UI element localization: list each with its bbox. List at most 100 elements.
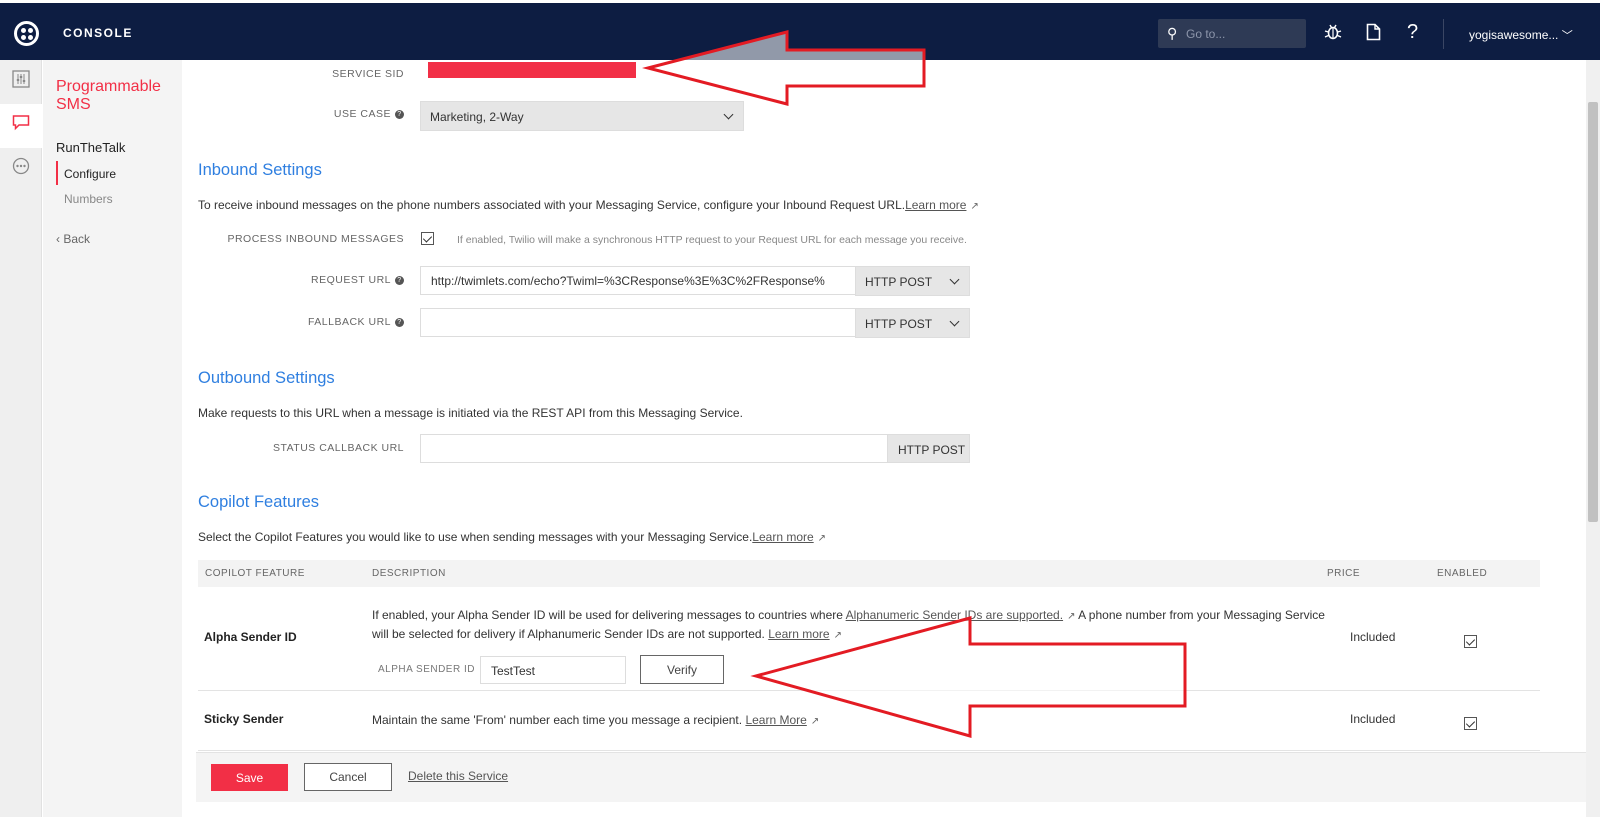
request-url-input[interactable]: http://twimlets.com/echo?Twiml=%3CRespon… — [420, 266, 856, 295]
sticky-sender-price: Included — [1350, 712, 1396, 726]
scrollbar[interactable] — [1586, 60, 1600, 817]
alphanumeric-supported-link[interactable]: Alphanumeric Sender IDs are supported. — [846, 608, 1063, 622]
inbound-description: To receive inbound messages on the phone… — [198, 198, 979, 212]
process-inbound-label: PROCESS INBOUND MESSAGES — [227, 233, 404, 245]
process-inbound-checkbox[interactable] — [421, 232, 434, 245]
scrollbar-thumb[interactable] — [1588, 102, 1598, 522]
user-menu[interactable]: yogisawesome... ﹀ — [1469, 27, 1573, 43]
copilot-description-text: Select the Copilot Features you would li… — [198, 530, 753, 544]
inbound-description-text: To receive inbound messages on the phone… — [198, 198, 906, 212]
sticky-sender-name: Sticky Sender — [204, 712, 284, 726]
sticky-desc-text: Maintain the same 'From' number each tim… — [372, 713, 743, 727]
outbound-description: Make requests to this URL when a message… — [198, 406, 743, 420]
alpha-sender-desc-line2: will be selected for delivery if Alphanu… — [372, 627, 842, 641]
action-footer: Save Cancel Delete this Service — [196, 752, 1590, 802]
chevron-down-icon — [723, 109, 734, 120]
col-description: DESCRIPTION — [372, 568, 446, 579]
delete-service-link[interactable]: Delete this Service — [408, 769, 508, 783]
chevron-down-icon — [949, 316, 960, 327]
fallback-url-label: FALLBACK URL? — [242, 316, 404, 328]
row-divider — [198, 690, 1540, 691]
col-copilot-feature: COPILOT FEATURE — [205, 568, 305, 579]
save-button[interactable]: Save — [211, 764, 288, 791]
user-name: yogisawesome... — [1469, 28, 1559, 42]
search-icon: ⚲ — [1167, 25, 1178, 41]
alpha-sender-id-label: ALPHA SENDER ID — [378, 664, 475, 675]
copilot-description: Select the Copilot Features you would li… — [198, 530, 826, 544]
search-box[interactable]: ⚲ — [1158, 19, 1306, 48]
status-callback-label: STATUS CALLBACK URL — [272, 442, 404, 454]
external-link-icon: ↗ — [970, 201, 979, 212]
status-callback-input[interactable] — [420, 434, 888, 463]
request-method-value: HTTP POST — [865, 275, 933, 289]
product-title[interactable]: Programmable SMS — [56, 78, 176, 114]
external-link-icon: ↗ — [817, 533, 827, 544]
verify-button[interactable]: Verify — [640, 655, 724, 684]
copilot-table-header: COPILOT FEATURE DESCRIPTION PRICE ENABLE… — [198, 560, 1540, 587]
request-url-label-text: REQUEST URL — [311, 274, 391, 286]
alpha-sender-enabled-checkbox[interactable] — [1464, 635, 1477, 648]
help-icon[interactable]: ? — [395, 318, 404, 327]
search-input[interactable] — [1186, 23, 1298, 44]
request-url-label: REQUEST URL? — [242, 274, 404, 286]
chevron-down-icon — [949, 274, 960, 285]
help-icon[interactable]: ? — [395, 276, 404, 285]
col-enabled: ENABLED — [1437, 568, 1488, 579]
col-price: PRICE — [1327, 568, 1361, 579]
fallback-url-input[interactable] — [420, 308, 856, 337]
inbound-settings-heading: Inbound Settings — [198, 161, 322, 179]
use-case-select[interactable]: Marketing, 2-Way — [420, 101, 744, 131]
row-divider — [198, 750, 1540, 751]
redacted-service-sid — [428, 62, 636, 78]
top-bar: CONSOLE ⚲ ? yogisawesome... ﹀ — [0, 0, 1600, 60]
copilot-features-heading: Copilot Features — [198, 493, 320, 511]
inbound-learn-more-link[interactable]: Learn more — [905, 198, 966, 212]
copilot-learn-more-link[interactable]: Learn more — [752, 530, 813, 544]
alpha-learn-more-link[interactable]: Learn more — [768, 627, 829, 641]
fallback-method-value: HTTP POST — [865, 317, 933, 331]
use-case-label: USE CASE? — [282, 108, 404, 120]
sticky-learn-more-link[interactable]: Learn More — [745, 713, 806, 727]
request-method-select[interactable]: HTTP POST — [855, 266, 970, 296]
service-sid-label: SERVICE SID — [332, 68, 404, 80]
external-link-icon: ↗ — [810, 716, 820, 727]
console-title[interactable]: CONSOLE — [63, 26, 133, 40]
chevron-down-icon: ﹀ — [1561, 30, 1573, 42]
document-icon[interactable] — [1366, 23, 1381, 46]
sticky-sender-enabled-checkbox[interactable] — [1464, 717, 1477, 730]
bug-icon[interactable] — [1324, 23, 1342, 46]
use-case-value: Marketing, 2-Way — [430, 110, 524, 124]
alpha-desc-part2: A phone number from your Messaging Servi… — [1078, 608, 1325, 622]
external-link-icon: ↗ — [1067, 611, 1076, 622]
twilio-logo-icon[interactable] — [14, 21, 39, 46]
sidebar-item-numbers[interactable]: Numbers — [64, 192, 113, 206]
divider — [1443, 19, 1444, 49]
status-method-label: HTTP POST — [887, 434, 970, 463]
process-inbound-hint: If enabled, Twilio will make a synchrono… — [457, 234, 967, 246]
alpha-sender-name: Alpha Sender ID — [204, 630, 297, 644]
alpha-desc-part1: If enabled, your Alpha Sender ID will be… — [372, 608, 843, 622]
more-icon[interactable] — [11, 157, 31, 177]
sidebar-item-configure[interactable]: Configure — [64, 167, 116, 181]
external-link-icon: ↗ — [833, 630, 842, 641]
back-link[interactable]: ‹ Back — [56, 232, 90, 246]
sidebar: Programmable SMS RunTheTalk Configure Nu… — [43, 60, 182, 817]
sms-icon[interactable] — [11, 113, 31, 133]
help-icon[interactable]: ? — [395, 110, 404, 119]
fallback-method-select[interactable]: HTTP POST — [855, 308, 970, 338]
main-content: SERVICE SID USE CASE? Marketing, 2-Way I… — [182, 60, 1586, 817]
sticky-sender-desc: Maintain the same 'From' number each tim… — [372, 713, 819, 727]
alpha-desc-line2: will be selected for delivery if Alphanu… — [372, 627, 765, 641]
service-name[interactable]: RunTheTalk — [56, 140, 125, 155]
alpha-sender-price: Included — [1350, 630, 1396, 644]
use-case-label-text: USE CASE — [333, 108, 391, 120]
alpha-sender-desc-line1: If enabled, your Alpha Sender ID will be… — [372, 608, 1325, 622]
help-question-icon[interactable]: ? — [1407, 21, 1418, 44]
outbound-settings-heading: Outbound Settings — [198, 369, 335, 387]
active-indicator — [56, 161, 58, 185]
cancel-button[interactable]: Cancel — [304, 763, 392, 791]
dashboard-icon[interactable] — [11, 70, 31, 90]
product-rail — [0, 60, 42, 817]
fallback-url-label-text: FALLBACK URL — [307, 316, 391, 328]
alpha-sender-id-input[interactable]: TestTest — [480, 656, 626, 684]
